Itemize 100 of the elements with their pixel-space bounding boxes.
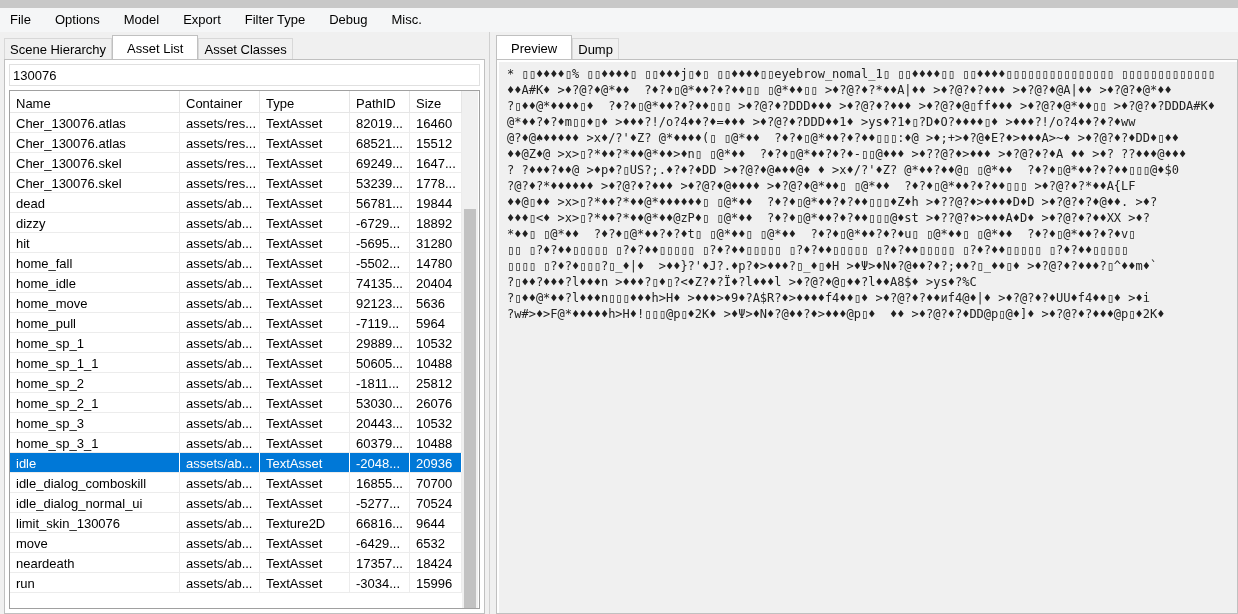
table-cell: TextAsset	[266, 276, 323, 291]
table-cell: -1811...	[356, 376, 400, 391]
table-cell: 69249...	[356, 156, 403, 171]
table-row[interactable]: Cher_130076.skel assets/res... TextAsset 53239... 1778...	[10, 173, 462, 193]
table-cell: 5636	[416, 296, 445, 311]
table-cell: -6729...	[356, 216, 401, 231]
table-row[interactable]: Cher_130076.atlas assets/res... TextAsset 68521... 15512	[10, 133, 462, 153]
table-cell: assets/ab...	[186, 576, 253, 591]
menu-item[interactable]: Export	[181, 10, 223, 30]
table-cell: Texture2D	[266, 516, 326, 531]
table-row[interactable]: Cher_130076.skel assets/res... TextAsset 69249... 1647...	[10, 153, 462, 173]
table-cell: assets/ab...	[186, 256, 253, 271]
table-row[interactable]: home_idle assets/ab... TextAsset 74135... 20404	[10, 273, 462, 293]
table-cell: 1647...	[416, 156, 456, 171]
table-cell: TextAsset	[266, 216, 323, 231]
table-row[interactable]: idle assets/ab... TextAsset -2048... 20936	[10, 453, 462, 473]
preview-text-line: ♦♦@▯♦♦ >x>▯?*♦♦?*♦♦@*♦♦♦♦♦♦▯ ▯@*♦♦ ?♦?♦▯@*♦♦?♦?♦♦▯▯▯♦Z♦h >♦??@?♦>♦♦♦♦D♦D >♦?@?♦?♦@♦♦. >♦?	[507, 194, 1159, 210]
table-cell: assets/ab...	[186, 416, 253, 431]
table-cell: home_sp_2_1	[16, 396, 99, 411]
scrollbar[interactable]	[462, 91, 478, 608]
preview-text-line: ?▯♦♦@*♦♦?l♦♦♦n▯▯▯♦♦♦h>H♦ >♦♦♦>♦9♦?A$R?♦>♦♦♦♦f4♦♦▯♦ >♦?@?♦?♦♦иf4@♦|♦ >♦?@?♦?♦UU♦f4♦♦▯♦ >♦i	[507, 290, 1151, 306]
table-cell: 25812	[416, 376, 453, 391]
table-cell: 20404	[416, 276, 453, 291]
table-cell: 53239...	[356, 176, 403, 191]
table-cell: TextAsset	[266, 296, 323, 311]
table-cell: assets/ab...	[186, 296, 253, 311]
table-cell: idle	[16, 456, 37, 471]
menu-item[interactable]: File	[8, 10, 33, 30]
table-cell: 31280	[416, 236, 453, 251]
preview-text-line: *♦♦▯ ▯@*♦♦ ?♦?♦▯@*♦♦?♦?♦t▯ ▯@*♦♦▯ ▯@*♦♦ ?♦?♦▯@*♦♦?♦?♦u▯ ▯@*♦♦▯ ▯@*♦♦ ?♦?♦▯@*♦♦?♦?♦v▯	[507, 226, 1137, 242]
table-row[interactable]: limit_skin_130076 assets/ab... Texture2D 66816... 9644	[10, 513, 462, 533]
tab[interactable]: Asset Classes	[198, 38, 293, 59]
table-cell: 68521...	[356, 136, 403, 151]
table-cell: home_fall	[16, 256, 73, 271]
table-row[interactable]: home_sp_1 assets/ab... TextAsset 29889... 10532	[10, 333, 462, 353]
menu-item[interactable]: Misc.	[389, 10, 424, 30]
table-cell: TextAsset	[266, 236, 323, 251]
table-cell: assets/ab...	[186, 276, 253, 291]
tab[interactable]: Preview	[496, 35, 573, 59]
table-cell: Cher_130076.skel	[16, 156, 122, 171]
table-cell: -5277...	[356, 496, 401, 511]
table-cell: TextAsset	[266, 436, 323, 451]
table-cell: 15996	[416, 576, 453, 591]
table-cell: neardeath	[16, 556, 75, 571]
tab[interactable]: Dump	[572, 38, 619, 59]
table-cell: 10532	[416, 416, 453, 431]
menu-item[interactable]: Model	[121, 10, 162, 30]
column-header[interactable]: Container	[180, 91, 260, 112]
filter-field[interactable]: 130076	[9, 64, 480, 86]
table-row[interactable]: home_pull assets/ab... TextAsset -7119... 5964	[10, 313, 462, 333]
table-row[interactable]: hit assets/ab... TextAsset -5695... 31280	[10, 233, 462, 253]
table-cell: idle_dialog_comboskill	[16, 476, 147, 491]
table-row[interactable]: idle_dialog_comboskill assets/ab... TextAsset 16855... 70700	[10, 473, 462, 493]
menu-item[interactable]: Debug	[327, 10, 370, 30]
table-row[interactable]: dead assets/ab... TextAsset 56781... 19844	[10, 193, 462, 213]
table-cell: TextAsset	[266, 476, 323, 491]
preview-text-line: * ▯▯♦♦♦♦▯% ▯▯♦♦♦♦▯ ▯▯♦♦♦j▯♦▯ ▯▯♦♦♦♦▯▯eyebrow_nomal_1▯ ▯▯♦♦♦♦▯▯ ▯▯♦♦♦♦▯▯▯▯▯▯▯▯▯▯▯▯▯▯▯ ▯▯▯▯▯▯▯▯▯▯▯▯▯	[507, 66, 1216, 82]
menu-item[interactable]: Filter Type	[242, 10, 308, 30]
table-cell: idle_dialog_normal_ui	[16, 496, 143, 511]
table-cell: 20443...	[356, 416, 403, 431]
preview-text-line: ♦♦♦▯<♦ >x>▯?*♦♦?*♦♦@*♦♦@zP♦▯ ▯@*♦♦ ?♦?♦▯@*♦♦?♦?♦♦▯▯▯@♦st >♦??@?♦>♦♦♦A♦D♦ >♦?@?♦?♦♦XX >♦?	[507, 210, 1151, 226]
table-cell: TextAsset	[266, 316, 323, 331]
table-row[interactable]: Cher_130076.atlas assets/res... TextAsset 82019... 16460	[10, 113, 462, 133]
table-row[interactable]: move assets/ab... TextAsset -6429... 6532	[10, 533, 462, 553]
tab[interactable]: Asset List	[112, 35, 199, 59]
table-cell: -3034...	[356, 576, 401, 591]
column-header[interactable]: Type	[260, 91, 350, 112]
tab[interactable]: Scene Hierarchy	[4, 38, 113, 59]
table-cell: assets/ab...	[186, 436, 253, 451]
table-row[interactable]: home_sp_3 assets/ab... TextAsset 20443... 10532	[10, 413, 462, 433]
table-row[interactable]: home_sp_2_1 assets/ab... TextAsset 53030... 26076	[10, 393, 462, 413]
table-row[interactable]: home_move assets/ab... TextAsset 92123... 5636	[10, 293, 462, 313]
table-row[interactable]: run assets/ab... TextAsset -3034... 15996	[10, 573, 462, 593]
table-cell: TextAsset	[266, 536, 323, 551]
table-cell: assets/res...	[186, 176, 257, 191]
table-row[interactable]: home_fall assets/ab... TextAsset -5502... 14780	[10, 253, 462, 273]
table-cell: home_sp_3	[16, 416, 84, 431]
table-cell: assets/res...	[186, 156, 257, 171]
column-header[interactable]: PathID	[350, 91, 410, 112]
table-row[interactable]: home_sp_1_1 assets/ab... TextAsset 50605... 10488	[10, 353, 462, 373]
table-cell: home_sp_1	[16, 336, 84, 351]
table-cell: Cher_130076.atlas	[16, 116, 126, 131]
table-cell: 70700	[416, 476, 453, 491]
table-cell: assets/ab...	[186, 196, 253, 211]
table-cell: 20936	[416, 456, 453, 471]
table-cell: move	[16, 536, 48, 551]
table-cell: assets/ab...	[186, 236, 253, 251]
table-row[interactable]: home_sp_2 assets/ab... TextAsset -1811... 25812	[10, 373, 462, 393]
table-row[interactable]: home_sp_3_1 assets/ab... TextAsset 60379... 10488	[10, 433, 462, 453]
preview-text-line: ?@?♦?*♦♦♦♦♦♦ >♦?@?♦?♦♦♦ >♦?@?♦@♦♦♦♦ >♦?@?♦@*♦♦▯ ▯@*♦♦ ?♦?♦▯@*♦♦?♦?♦♦▯▯▯ >♦?@?♦?*♦♦A{LF	[507, 178, 1137, 194]
column-header[interactable]: Name	[10, 91, 180, 112]
table-cell: assets/ab...	[186, 456, 253, 471]
table-cell: -2048...	[356, 456, 401, 471]
table-row[interactable]: neardeath assets/ab... TextAsset 17357... 18424	[10, 553, 462, 573]
menu-item[interactable]: Options	[52, 10, 102, 30]
table-row[interactable]: idle_dialog_normal_ui assets/ab... TextAsset -5277... 70524	[10, 493, 462, 513]
scrollbar-thumb[interactable]	[464, 209, 476, 608]
table-row[interactable]: dizzy assets/ab... TextAsset -6729... 18892	[10, 213, 462, 233]
table-cell: 9644	[416, 516, 445, 531]
table-cell: TextAsset	[266, 256, 323, 271]
